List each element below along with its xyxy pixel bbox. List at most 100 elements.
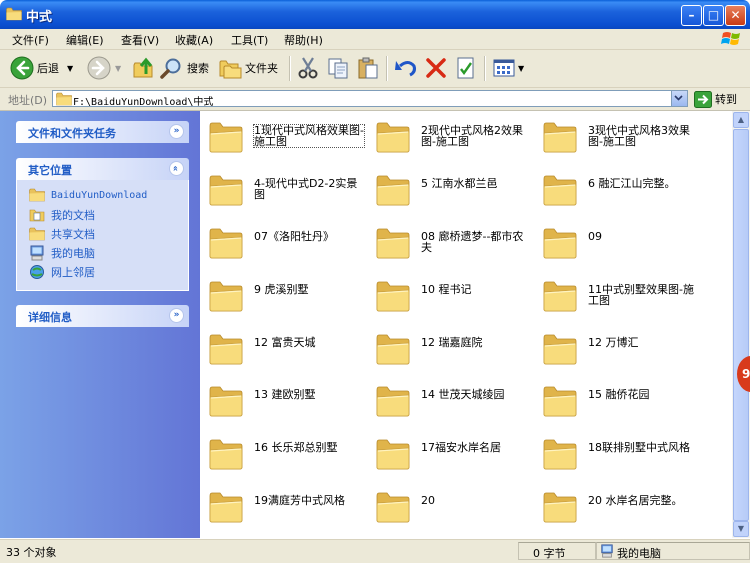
undo-button[interactable] — [394, 54, 418, 82]
folder-item[interactable]: 4-现代中式D2-2实景图 — [200, 166, 367, 210]
folder-item[interactable]: 20 — [367, 483, 534, 527]
scroll-thumb[interactable] — [733, 129, 749, 521]
expand-chevron-icon[interactable]: » — [169, 308, 184, 323]
scroll-up-button[interactable]: ▲ — [733, 112, 749, 128]
folder-item[interactable]: 12 富贵天城 — [200, 325, 367, 369]
cut-button[interactable] — [296, 54, 320, 82]
status-size-section: 0 字节 — [518, 542, 596, 560]
address-input[interactable]: F:\BaiduYunDownload\中式 — [52, 90, 688, 108]
delete-icon — [426, 58, 446, 78]
tasks-panel-header[interactable]: 文件和文件夹任务 » — [16, 121, 189, 143]
folder-icon — [543, 121, 577, 153]
place-my-computer[interactable]: 我的电脑 — [29, 245, 95, 261]
menu-tools[interactable]: 工具(T) — [231, 32, 268, 48]
place-network[interactable]: 网上邻居 — [29, 264, 95, 280]
folder-item[interactable]: 3现代中式风格3效果图-施工图 — [534, 113, 701, 157]
folder-item[interactable]: 11中式别墅效果图-施工图 — [534, 272, 701, 316]
paste-icon — [358, 57, 378, 79]
expand-chevron-icon[interactable]: » — [169, 124, 184, 139]
folder-item[interactable]: 07《洛阳牡丹》 — [200, 219, 367, 263]
back-dropdown-icon[interactable]: ▼ — [67, 64, 73, 73]
folder-item[interactable]: 12 万博汇 — [534, 325, 701, 369]
folder-item[interactable]: 14 世茂天城绫园 — [367, 377, 534, 421]
go-button[interactable]: 转到 — [694, 90, 737, 108]
places-panel-body: BaiduYunDownload 我的文档 共享文档 我的电脑 网上邻居 — [16, 180, 189, 291]
views-dropdown-icon[interactable]: ▼ — [518, 64, 524, 73]
status-count-section: 33 个对象 — [0, 542, 518, 560]
folder-icon — [543, 333, 577, 365]
address-dropdown-button[interactable] — [671, 91, 687, 106]
up-button[interactable] — [132, 54, 156, 82]
menu-file[interactable]: 文件(F) — [12, 32, 49, 48]
chevron-down-icon — [674, 95, 683, 101]
title-bar[interactable]: 中式 – □ ✕ — [0, 0, 750, 29]
maximize-button[interactable]: □ — [703, 5, 724, 26]
close-button[interactable]: ✕ — [725, 5, 746, 26]
go-label: 转到 — [715, 93, 737, 106]
folder-item[interactable]: 08 廊桥遗梦--都市农夫 — [367, 219, 534, 263]
search-label: 搜索 — [187, 62, 209, 75]
place-label[interactable]: 共享文档 — [51, 226, 95, 242]
folder-name: 3现代中式风格3效果图-施工图 — [588, 124, 690, 148]
back-button[interactable]: 后退 ▼ — [10, 54, 73, 82]
folder-item[interactable]: 13 建欧别墅 — [200, 377, 367, 421]
paste-button[interactable] — [356, 54, 380, 82]
place-my-documents[interactable]: 我的文档 — [29, 207, 95, 223]
forward-button[interactable]: ▼ — [87, 54, 121, 82]
folder-item[interactable]: 9 虎溪别墅 — [200, 272, 367, 316]
vertical-scrollbar[interactable]: ▲ ▼ — [732, 111, 750, 538]
place-baiduyundownload[interactable]: BaiduYunDownload — [29, 188, 147, 202]
folder-item[interactable]: 5 江南水都兰邑 — [367, 166, 534, 210]
folder-content-area[interactable]: 1现代中式风格效果图-施工图 2现代中式风格2效果图-施工图 3现代中式风格3效果图… — [200, 111, 732, 538]
folder-icon — [376, 227, 410, 259]
folder-item[interactable]: 15 融侨花园 — [534, 377, 701, 421]
search-button[interactable]: 搜索 — [160, 54, 209, 82]
folders-button[interactable]: 文件夹 — [218, 54, 278, 82]
menu-favorites[interactable]: 收藏(A) — [175, 32, 213, 48]
folder-name: 14 世茂天城绫园 — [421, 388, 505, 401]
scroll-down-button[interactable]: ▼ — [733, 521, 749, 537]
places-panel-title: 其它位置 — [28, 164, 72, 177]
folder-item[interactable]: 16 长乐郑总别墅 — [200, 430, 367, 474]
folder-item[interactable]: 17福安水岸名居 — [367, 430, 534, 474]
menu-edit[interactable]: 编辑(E) — [66, 32, 104, 48]
toolbar-separator — [289, 56, 291, 81]
menu-view[interactable]: 查看(V) — [121, 32, 159, 48]
folder-item[interactable]: 2现代中式风格2效果图-施工图 — [367, 113, 534, 157]
tasks-panel-title: 文件和文件夹任务 — [28, 127, 116, 140]
folder-item[interactable]: 6 融汇江山完整。 — [534, 166, 701, 210]
status-bar: 33 个对象 0 字节 我的电脑 — [0, 539, 750, 563]
place-label[interactable]: 我的文档 — [51, 207, 95, 223]
place-shared-documents[interactable]: 共享文档 — [29, 226, 95, 242]
address-bar: 地址(D) F:\BaiduYunDownload\中式 转到 — [0, 88, 750, 111]
folder-name: 18联排别墅中式风格 — [588, 441, 690, 454]
menu-help[interactable]: 帮助(H) — [284, 32, 323, 48]
folder-item[interactable]: 19满庭芳中式风格 — [200, 483, 367, 527]
folder-item[interactable]: 20 水岸名居完整。 — [534, 483, 701, 527]
minimize-button[interactable]: – — [681, 5, 702, 26]
places-panel-header[interactable]: 其它位置 » — [16, 158, 189, 180]
task-pane: 文件和文件夹任务 » 其它位置 » BaiduYunDownload 我的文档 … — [0, 111, 200, 538]
place-label[interactable]: BaiduYunDownload — [51, 190, 147, 201]
folder-item[interactable]: 09 — [534, 219, 701, 263]
delete-button[interactable] — [424, 54, 448, 82]
status-location-section: 我的电脑 — [596, 542, 750, 560]
views-icon — [493, 59, 515, 77]
collapse-chevron-icon[interactable]: » — [169, 161, 184, 176]
folder-item[interactable]: 18联排别墅中式风格 — [534, 430, 701, 474]
status-location: 我的电脑 — [617, 547, 661, 560]
properties-button[interactable] — [454, 54, 478, 82]
status-size: 0 字节 — [533, 547, 566, 560]
folder-item[interactable]: 1现代中式风格效果图-施工图 — [200, 113, 367, 157]
toolbar-separator — [386, 56, 388, 81]
place-label[interactable]: 网上邻居 — [51, 264, 95, 280]
folder-name: 1现代中式风格效果图-施工图 — [253, 124, 365, 148]
copy-button[interactable] — [326, 54, 350, 82]
folder-name: 16 长乐郑总别墅 — [254, 441, 338, 454]
folder-item[interactable]: 12 瑞嘉庭院 — [367, 325, 534, 369]
details-panel-header[interactable]: 详细信息 » — [16, 305, 189, 327]
place-label[interactable]: 我的电脑 — [51, 245, 95, 261]
folder-item[interactable]: 10 程书记 — [367, 272, 534, 316]
address-path: F:\BaiduYunDownload\中式 — [73, 97, 214, 108]
views-button[interactable]: ▼ — [492, 54, 524, 82]
